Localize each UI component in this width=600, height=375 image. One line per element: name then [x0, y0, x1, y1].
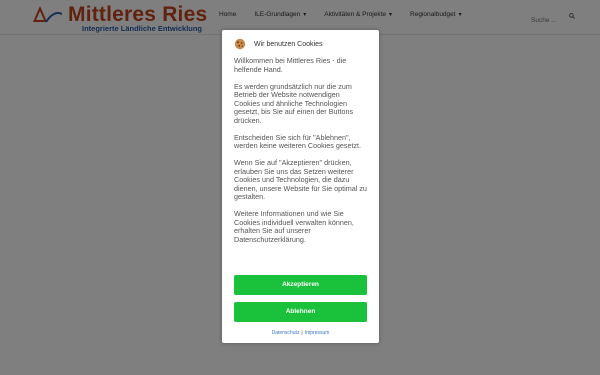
dialog-title: Wir benutzen Cookies	[254, 40, 323, 48]
reject-cookies-button[interactable]: Ablehnen	[234, 302, 367, 322]
dialog-paragraph: Willkommen bei Mittleres Ries - die helf…	[234, 56, 347, 74]
dialog-paragraph: Weitere Informationen und wie Sie Cookie…	[234, 209, 354, 244]
dialog-body: Willkommen bei Mittleres Ries - die helf…	[234, 56, 367, 253]
accept-cookies-button[interactable]: Akzeptieren	[234, 275, 367, 295]
cookie-consent-dialog: Wir benutzen Cookies Willkommen bei Mitt…	[222, 30, 379, 343]
imprint-link[interactable]: Impressum	[305, 330, 330, 336]
dialog-paragraph: Entscheiden Sie sich für "Ablehnen", wer…	[234, 132, 362, 150]
privacy-link[interactable]: Datenschutz	[272, 330, 300, 336]
dialog-paragraph: Wenn Sie auf "Akzeptieren" drücken, erla…	[234, 158, 367, 201]
dialog-paragraph: Es werden grundsätzlich nur die zum Betr…	[234, 81, 354, 125]
dialog-header: Wir benutzen Cookies	[234, 38, 322, 50]
dialog-footer-links: Datenschutz | Impressum	[222, 330, 379, 336]
link-separator: |	[301, 330, 303, 336]
cookie-icon	[234, 38, 246, 50]
